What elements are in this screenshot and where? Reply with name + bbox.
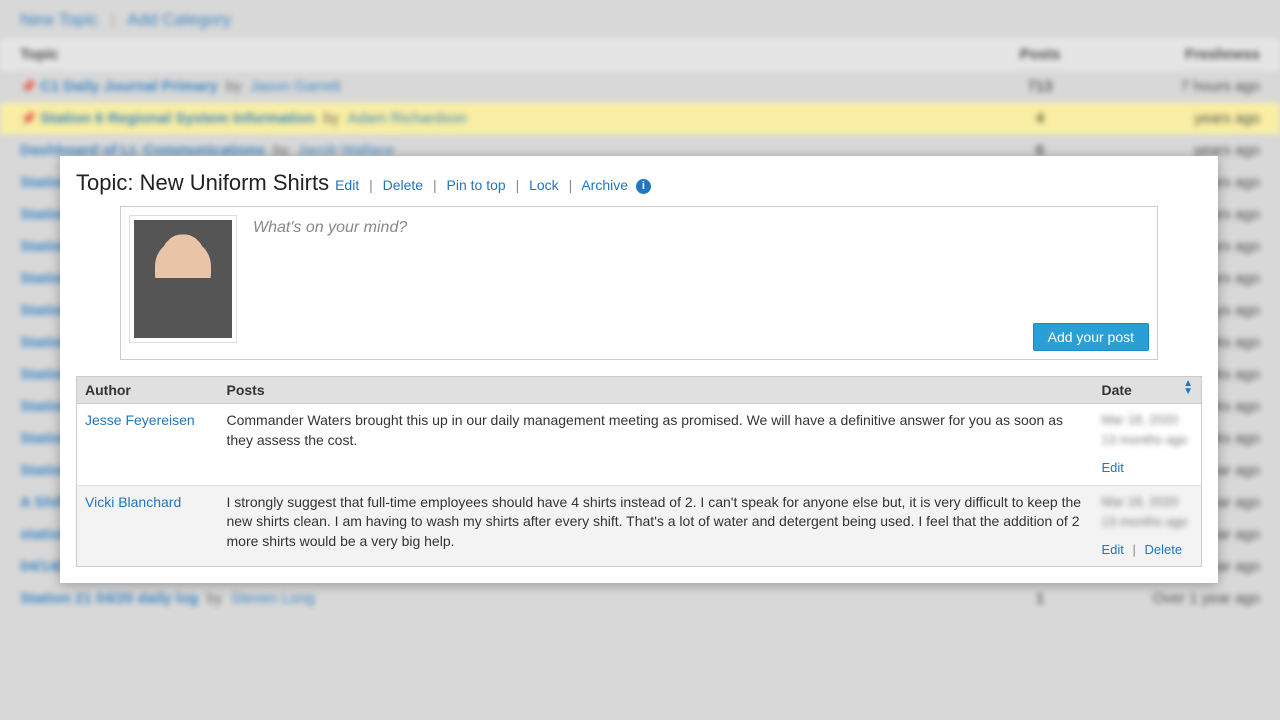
compose-input[interactable]: What's on your mind? bbox=[253, 215, 1149, 343]
info-icon[interactable]: i bbox=[636, 179, 651, 194]
lock-topic-link[interactable]: Lock bbox=[529, 177, 559, 193]
add-post-button[interactable]: Add your post bbox=[1033, 323, 1149, 351]
table-row: Jesse Feyereisen Commander Waters brough… bbox=[77, 404, 1202, 486]
col-date[interactable]: Date ▲▼ bbox=[1094, 377, 1202, 404]
col-post[interactable]: Posts bbox=[219, 377, 1094, 404]
col-posts: Posts bbox=[980, 38, 1100, 71]
post-author-link[interactable]: Jesse Feyereisen bbox=[85, 412, 195, 428]
post-date: Mar 18, 2020 bbox=[1102, 411, 1194, 429]
new-topic-link[interactable]: New Topic bbox=[20, 10, 98, 29]
pin-icon: 📌 bbox=[20, 111, 36, 126]
archive-topic-link[interactable]: Archive bbox=[581, 177, 628, 193]
post-date: Mar 18, 2020 bbox=[1102, 493, 1194, 511]
table-row: Vicki Blanchard I strongly suggest that … bbox=[77, 485, 1202, 567]
avatar bbox=[129, 215, 237, 343]
pin-icon: 📌 bbox=[20, 79, 36, 94]
edit-topic-link[interactable]: Edit bbox=[335, 177, 359, 193]
post-relative-date: 13 months ago bbox=[1102, 513, 1194, 531]
topic-title: Topic: New Uniform Shirts bbox=[76, 170, 329, 196]
background-top-links: New Topic | Add Category bbox=[0, 0, 1280, 38]
col-author[interactable]: Author bbox=[77, 377, 219, 404]
delete-post-link[interactable]: Delete bbox=[1145, 542, 1183, 557]
delete-topic-link[interactable]: Delete bbox=[383, 177, 423, 193]
table-row[interactable]: Station 21 04/20 daily log by Steven Lon… bbox=[0, 583, 1280, 615]
posts-table: Author Posts Date ▲▼ Jesse Feyereisen Co… bbox=[76, 376, 1202, 567]
post-body: Commander Waters brought this up in our … bbox=[219, 404, 1094, 486]
compose-box: What's on your mind? Add your post bbox=[120, 206, 1158, 360]
post-body: I strongly suggest that full-time employ… bbox=[219, 485, 1094, 567]
edit-post-link[interactable]: Edit bbox=[1102, 460, 1124, 475]
table-row[interactable]: 📌C1 Daily Journal Primary by Jason Garre… bbox=[0, 71, 1280, 103]
col-freshness: Freshness bbox=[1100, 38, 1280, 71]
post-author-link[interactable]: Vicki Blanchard bbox=[85, 494, 181, 510]
post-relative-date: 13 months ago bbox=[1102, 431, 1194, 449]
col-topic: Topic bbox=[0, 38, 980, 71]
pin-topic-link[interactable]: Pin to top bbox=[447, 177, 506, 193]
edit-post-link[interactable]: Edit bbox=[1102, 542, 1124, 557]
topic-actions: Edit | Delete | Pin to top | Lock | Arch… bbox=[335, 177, 651, 194]
add-category-link[interactable]: Add Category bbox=[127, 10, 231, 29]
sort-icon[interactable]: ▲▼ bbox=[1183, 380, 1193, 396]
table-row[interactable]: 📌Station 6 Regional System Information b… bbox=[0, 103, 1280, 135]
topic-modal: Topic: New Uniform Shirts Edit | Delete … bbox=[60, 156, 1218, 583]
